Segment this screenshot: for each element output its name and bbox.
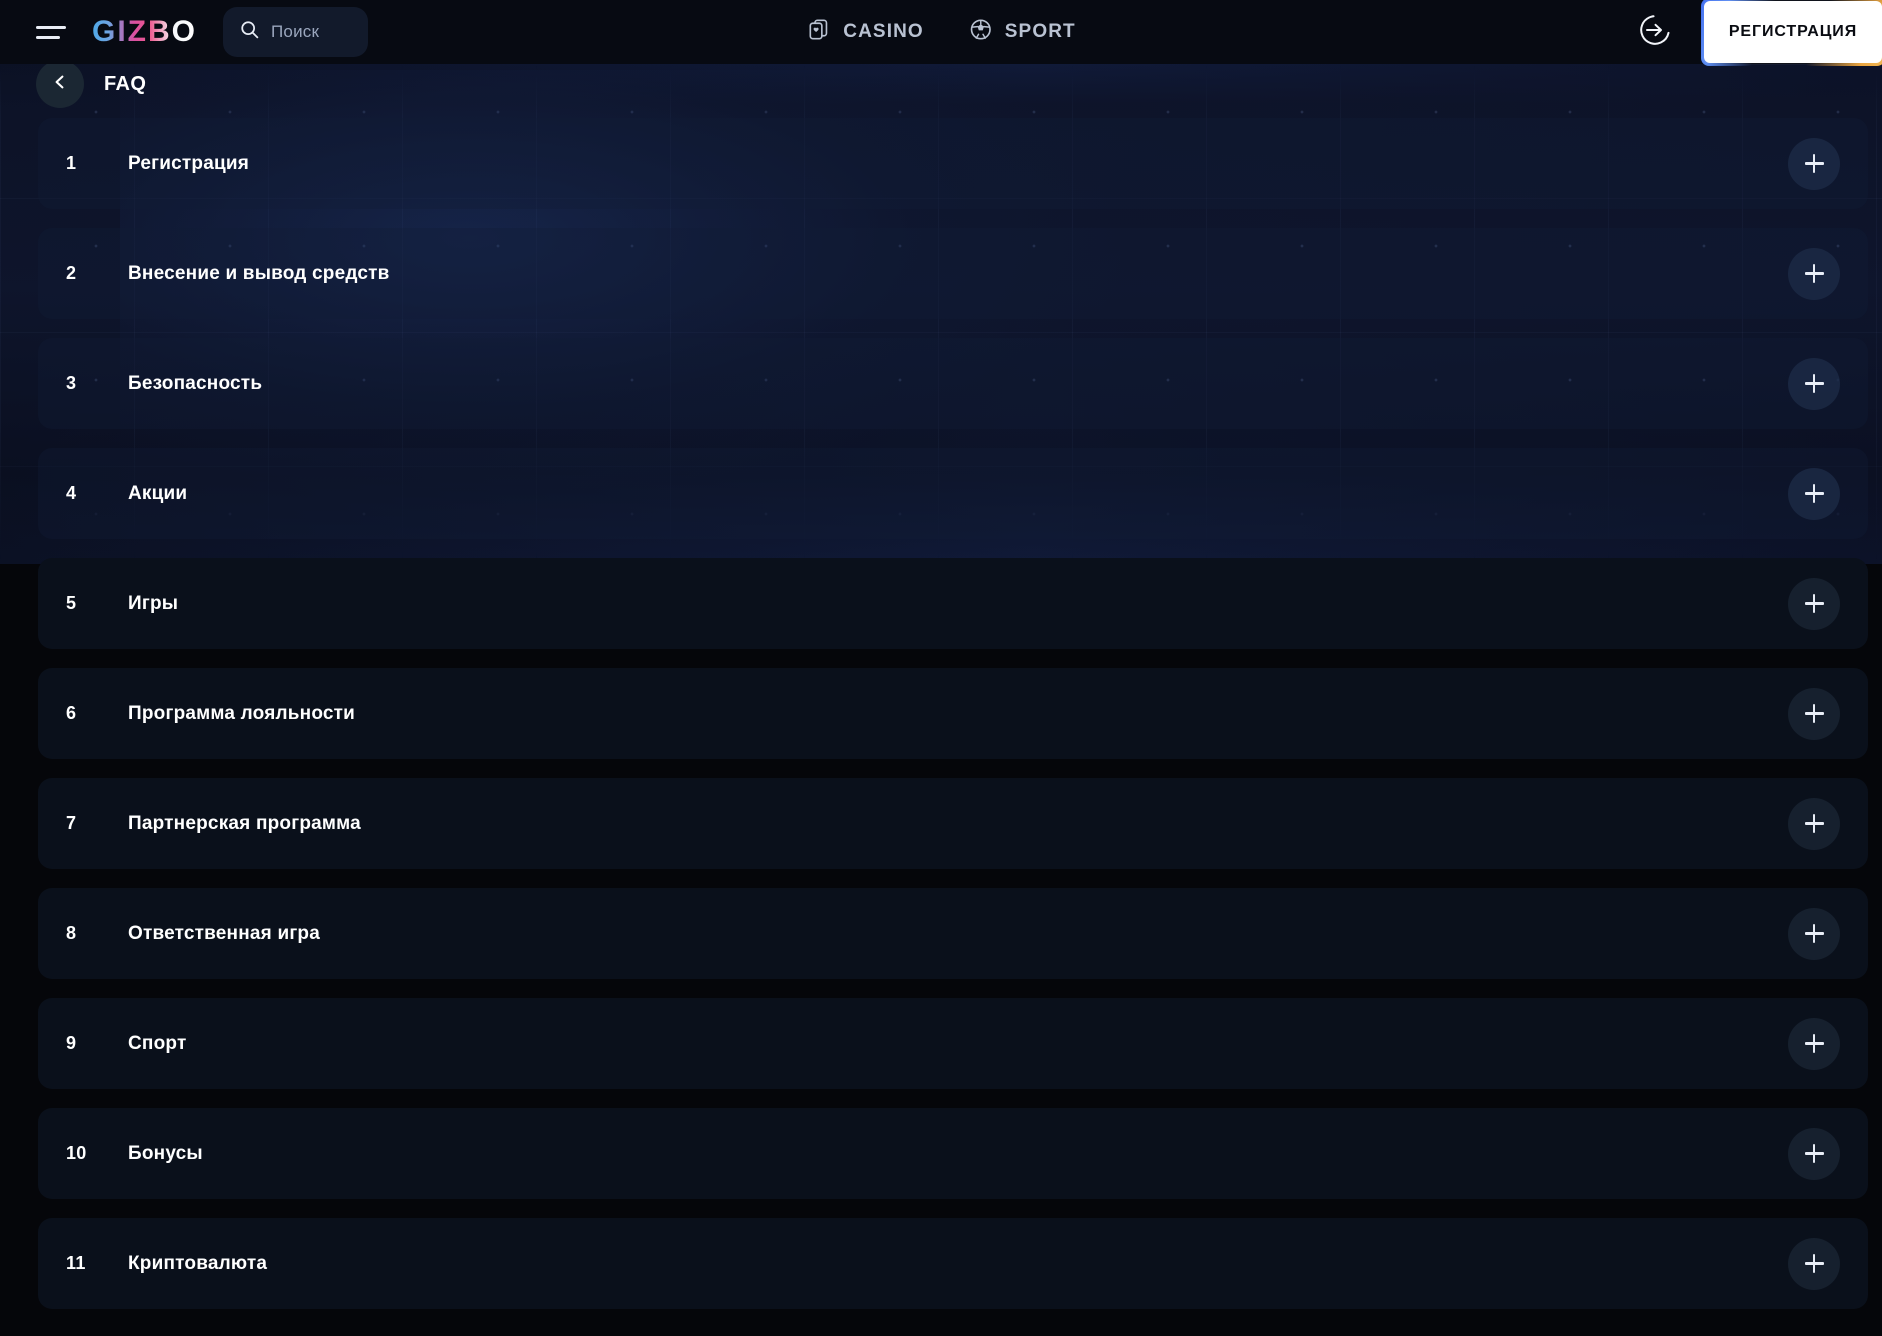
faq-expand-button[interactable]: [1788, 1237, 1840, 1290]
app-root: GIZBO Поиск CASINO SPORT РЕГИСТРАЦИЯ FAQ…: [0, 0, 1882, 1336]
cards-icon: [806, 17, 831, 47]
faq-row-number: 8: [66, 923, 77, 943]
page-header: FAQ: [0, 60, 1882, 108]
faq-row[interactable]: 1 Регистрация: [38, 118, 1868, 209]
faq-row-number: 9: [66, 1033, 77, 1053]
faq-expand-button[interactable]: [1788, 467, 1840, 520]
faq-expand-button[interactable]: [1788, 687, 1840, 740]
faq-row-title: Криптовалюта: [128, 1252, 268, 1274]
chevron-left-icon: [51, 73, 69, 96]
search-icon: [239, 19, 260, 45]
faq-row-title: Партнерская программа: [128, 812, 361, 834]
faq-row-title: Спорт: [128, 1032, 187, 1054]
faq-expand-button[interactable]: [1788, 1127, 1840, 1180]
register-button[interactable]: РЕГИСТРАЦИЯ: [1701, 0, 1882, 66]
back-button[interactable]: [36, 60, 84, 108]
hamburger-icon[interactable]: [36, 15, 70, 49]
plus-icon: [1804, 594, 1824, 613]
faq-row-number: 6: [66, 703, 77, 723]
faq-row-title: Ответственная игра: [128, 922, 321, 944]
top-bar-actions: РЕГИСТРАЦИЯ: [1628, 0, 1882, 66]
faq-row[interactable]: 9 Спорт: [38, 998, 1868, 1089]
plus-icon: [1804, 704, 1824, 723]
faq-row[interactable]: 5 Игры: [38, 558, 1868, 649]
faq-expand-button[interactable]: [1788, 247, 1840, 300]
nav-item-sport[interactable]: SPORT: [968, 17, 1076, 47]
faq-row-number: 4: [66, 483, 77, 503]
page-title: FAQ: [104, 72, 147, 95]
faq-row[interactable]: 2 Внесение и вывод средств: [38, 228, 1868, 319]
faq-row-title: Акции: [128, 482, 188, 504]
faq-row[interactable]: 10 Бонусы: [38, 1108, 1868, 1199]
faq-expand-button[interactable]: [1788, 797, 1840, 850]
faq-row[interactable]: 7 Партнерская программа: [38, 778, 1868, 869]
brand-logo[interactable]: GIZBO: [92, 17, 197, 47]
plus-icon: [1804, 1144, 1824, 1163]
plus-icon: [1804, 374, 1824, 393]
faq-row-number: 11: [66, 1253, 86, 1273]
faq-row[interactable]: 4 Акции: [38, 448, 1868, 539]
hamburger-line-top: [36, 25, 66, 29]
search-placeholder: Поиск: [271, 22, 320, 41]
plus-icon: [1804, 154, 1824, 173]
primary-nav: CASINO SPORT: [806, 17, 1075, 47]
faq-accordion-list: 1 Регистрация 2 Внесение и вывод средств 3 Бе…: [38, 118, 1868, 1328]
faq-row-title: Внесение и вывод средств: [128, 262, 390, 284]
login-arrow-icon: [1636, 11, 1674, 54]
faq-expand-button[interactable]: [1788, 907, 1840, 960]
top-navigation-bar: GIZBO Поиск CASINO SPORT РЕГИСТРАЦИЯ: [0, 0, 1882, 66]
faq-row[interactable]: 11 Криптовалюта: [38, 1218, 1868, 1309]
faq-row-title: Регистрация: [128, 152, 250, 174]
faq-row-number: 5: [66, 593, 77, 613]
plus-icon: [1804, 1034, 1824, 1053]
search-input[interactable]: Поиск: [223, 7, 368, 57]
faq-expand-button[interactable]: [1788, 577, 1840, 630]
soccer-ball-icon: [968, 17, 993, 47]
login-button[interactable]: [1628, 5, 1682, 59]
faq-row[interactable]: 3 Безопасность: [38, 338, 1868, 429]
faq-expand-button[interactable]: [1788, 1017, 1840, 1070]
faq-row[interactable]: 6 Программа лояльности: [38, 668, 1868, 759]
faq-row-title: Бонусы: [128, 1142, 203, 1164]
faq-row-number: 10: [66, 1143, 87, 1163]
plus-icon: [1804, 484, 1824, 503]
faq-row-title: Программа лояльности: [128, 702, 356, 724]
hamburger-line-bottom: [36, 35, 60, 39]
faq-expand-button[interactable]: [1788, 137, 1840, 190]
faq-row-title: Игры: [128, 592, 179, 614]
faq-row-title: Безопасность: [128, 372, 263, 394]
faq-row-number: 7: [66, 813, 77, 833]
plus-icon: [1804, 924, 1824, 943]
faq-row-number: 1: [66, 153, 77, 173]
faq-row-number: 2: [66, 263, 77, 283]
faq-row-number: 3: [66, 373, 77, 393]
plus-icon: [1804, 814, 1824, 833]
nav-item-casino-label: CASINO: [843, 21, 924, 42]
plus-icon: [1804, 264, 1824, 283]
plus-icon: [1804, 1254, 1824, 1273]
faq-expand-button[interactable]: [1788, 357, 1840, 410]
nav-item-sport-label: SPORT: [1004, 21, 1076, 42]
nav-item-casino[interactable]: CASINO: [806, 17, 924, 47]
faq-row[interactable]: 8 Ответственная игра: [38, 888, 1868, 979]
